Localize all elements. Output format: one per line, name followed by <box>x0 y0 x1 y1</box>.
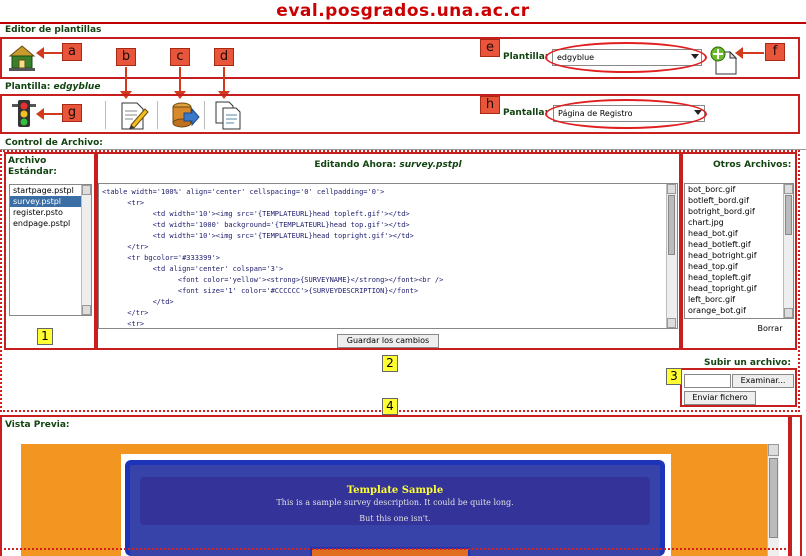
annotation-d: d <box>214 48 234 66</box>
preview-dotted-line <box>0 548 790 556</box>
highlight-ellipse-h <box>545 99 707 129</box>
annotation-c: c <box>170 48 190 66</box>
plantilla-section-prefix: Plantilla: <box>5 82 54 92</box>
export-template-icon[interactable] <box>168 99 200 131</box>
annotation-f: f <box>765 43 785 61</box>
arrow-g <box>36 108 62 120</box>
annotation-4: 4 <box>382 398 398 415</box>
highlight-ellipse-e <box>545 42 707 73</box>
annotation-h: h <box>480 96 500 114</box>
control-section-label: Control de Archivo: <box>5 138 103 148</box>
site-title: eval.posgrados.una.ac.cr <box>276 1 530 21</box>
toolbar-separator <box>105 101 106 129</box>
preview-header-inner: Template Sample This is a sample survey … <box>140 477 650 525</box>
copy-template-icon[interactable] <box>212 99 244 131</box>
toolbar-separator <box>204 101 205 129</box>
preview-header-frame: Template Sample This is a sample survey … <box>125 460 665 556</box>
preview-page: Template Sample This is a sample survey … <box>121 454 671 556</box>
preview-survey-desc2: But this one isn't. <box>359 514 431 523</box>
title-divider <box>0 22 806 24</box>
annotation-e: e <box>480 39 500 57</box>
plantilla-section-label: Plantilla: edgyblue <box>5 82 100 92</box>
plantilla-section-name: edgyblue <box>53 82 101 92</box>
preview-label: Vista Previa: <box>5 420 70 430</box>
editor-section-label: Editor de plantillas <box>5 25 102 35</box>
plantilla-label: Plantilla: <box>503 52 549 62</box>
scroll-up-button[interactable] <box>768 444 779 456</box>
pantalla-label: Pantalla: <box>503 108 549 118</box>
annotation-a: a <box>62 43 82 61</box>
annotation-b: b <box>116 48 136 66</box>
control-area-outline <box>0 150 800 412</box>
arrow-c <box>174 67 186 99</box>
annotation-g: g <box>62 104 82 122</box>
preview-scrollbar[interactable] <box>767 444 779 556</box>
template-home-icon[interactable] <box>6 42 38 74</box>
arrow-d <box>218 67 230 99</box>
scroll-thumb[interactable] <box>769 458 778 538</box>
preview-survey-title: Template Sample <box>346 485 444 496</box>
preview-side-frame <box>790 415 802 556</box>
arrow-b <box>120 67 132 99</box>
preview-iframe: Template Sample This is a sample survey … <box>21 444 779 556</box>
arrow-f <box>735 47 764 59</box>
edit-template-icon[interactable] <box>117 99 149 131</box>
toolbar-separator <box>157 101 158 129</box>
arrow-a <box>36 47 62 59</box>
preview-survey-desc: This is a sample survey description. It … <box>276 498 514 507</box>
